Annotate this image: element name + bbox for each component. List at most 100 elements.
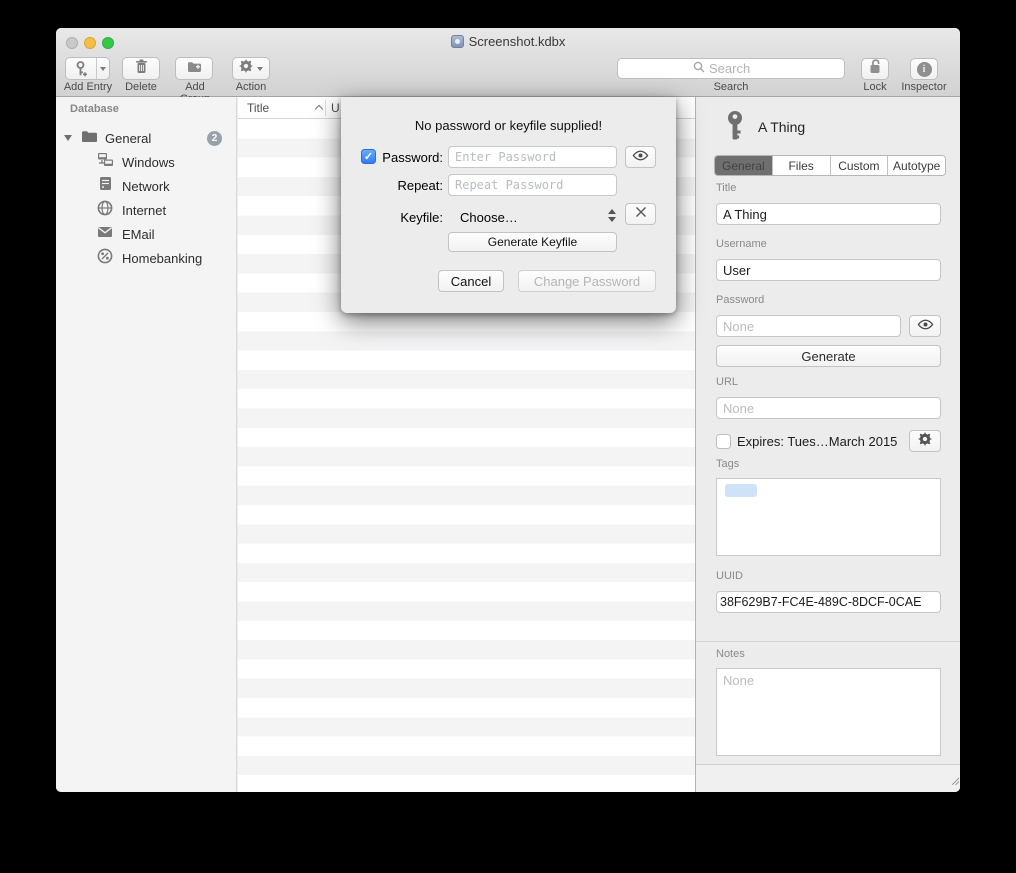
action-button[interactable] <box>232 57 270 80</box>
inspector-bottom-bar <box>696 764 960 792</box>
reveal-password-button[interactable] <box>909 315 941 337</box>
lock-label: Lock <box>851 81 899 93</box>
search-field[interactable] <box>617 58 845 79</box>
inspector-tabs: General Files Custom Autotype <box>714 155 946 176</box>
key-icon <box>725 110 746 146</box>
chevron-down-icon <box>100 67 106 71</box>
reveal-dialog-password-button[interactable] <box>625 146 656 168</box>
search-label: Search <box>617 81 845 93</box>
folder-plus-icon <box>187 60 202 78</box>
add-group-button[interactable] <box>175 57 213 80</box>
cancel-label: Cancel <box>451 274 491 289</box>
chevron-up-icon <box>608 209 616 214</box>
notes-field[interactable] <box>716 668 941 756</box>
sidebar-item-general[interactable]: General 2 <box>56 127 237 149</box>
sidebar-item-homebanking[interactable]: Homebanking <box>56 247 237 269</box>
uuid-field[interactable] <box>716 591 941 613</box>
generate-button-label: Generate <box>801 349 855 364</box>
cancel-button[interactable]: Cancel <box>438 270 504 292</box>
username-field-label: Username <box>716 238 767 250</box>
chevron-down-icon <box>257 67 263 71</box>
title-field[interactable] <box>716 203 941 225</box>
globe-icon <box>97 200 113 221</box>
tags-box[interactable] <box>716 478 941 556</box>
envelope-icon <box>97 225 113 243</box>
password-field-label: Password <box>716 294 764 306</box>
search-icon <box>693 60 705 78</box>
disclosure-triangle-icon[interactable] <box>64 135 72 141</box>
add-entry-dropdown[interactable] <box>97 67 109 71</box>
percent-icon <box>97 248 113 269</box>
tab-files[interactable]: Files <box>773 156 831 175</box>
tab-autotype[interactable]: Autotype <box>888 156 945 175</box>
sidebar-item-label: General <box>105 131 151 146</box>
network-computer-icon <box>97 152 114 172</box>
trash-icon <box>135 59 148 79</box>
sidebar-item-internet[interactable]: Internet <box>56 199 237 221</box>
app-window: Screenshot.kdbx Add Entry Delete Add <box>56 28 960 792</box>
sidebar-item-label: Windows <box>122 155 175 170</box>
gear-icon <box>239 59 253 78</box>
lock-button[interactable] <box>861 58 889 80</box>
title-field-label: Title <box>716 182 736 194</box>
generate-keyfile-button[interactable]: Generate Keyfile <box>448 232 617 252</box>
delete-label: Delete <box>120 81 162 93</box>
sidebar-item-windows[interactable]: Windows <box>56 151 237 173</box>
window-title-area: Screenshot.kdbx <box>56 33 960 49</box>
inspector-panel: A Thing General Files Custom Autotype Ti… <box>695 97 960 792</box>
eye-icon <box>917 317 934 335</box>
tab-general[interactable]: General <box>715 156 773 175</box>
eye-icon <box>632 148 649 166</box>
delete-button[interactable] <box>122 57 160 80</box>
tags-label: Tags <box>716 458 739 470</box>
change-password-label: Change Password <box>534 274 640 289</box>
keyfile-label: Keyfile: <box>377 210 443 225</box>
search-input[interactable] <box>709 61 769 76</box>
group-count-badge: 2 <box>207 131 222 146</box>
expires-checkbox[interactable] <box>716 434 731 449</box>
server-icon <box>99 176 112 196</box>
sidebar: Database General 2 Windows Network <box>56 97 237 792</box>
sidebar-item-email[interactable]: EMail <box>56 223 237 245</box>
x-icon <box>635 205 647 223</box>
checkmark-icon: ✓ <box>364 150 373 163</box>
tag-pill[interactable] <box>725 484 757 497</box>
window-title: Screenshot.kdbx <box>469 34 566 49</box>
key-plus-icon <box>66 61 96 77</box>
add-entry-button[interactable] <box>65 57 110 80</box>
expires-settings-button[interactable] <box>909 430 941 452</box>
entry-title: A Thing <box>758 119 805 135</box>
generate-keyfile-label: Generate Keyfile <box>488 235 577 249</box>
keyfile-popup[interactable]: Choose… <box>460 210 518 225</box>
column-header-title[interactable]: Title <box>247 101 269 115</box>
change-password-sheet: No password or keyfile supplied! ✓ Passw… <box>341 97 676 313</box>
add-entry-label: Add Entry <box>62 81 114 93</box>
password-field[interactable] <box>716 315 901 337</box>
info-icon: i <box>917 62 932 77</box>
folder-icon <box>81 129 98 148</box>
clear-keyfile-button[interactable] <box>625 203 656 225</box>
sort-ascending-icon <box>315 105 323 113</box>
sidebar-item-label: EMail <box>122 227 155 242</box>
username-field[interactable] <box>716 259 941 281</box>
tab-custom[interactable]: Custom <box>831 156 889 175</box>
sidebar-item-label: Network <box>122 179 170 194</box>
column-header-username[interactable]: U <box>331 101 340 115</box>
notes-label: Notes <box>716 648 745 660</box>
column-divider[interactable] <box>325 100 326 116</box>
generate-password-button[interactable]: Generate <box>716 345 941 367</box>
inspector-button[interactable]: i <box>910 58 938 80</box>
sidebar-item-label: Homebanking <box>122 251 202 266</box>
sheet-message: No password or keyfile supplied! <box>341 118 676 133</box>
popup-stepper-icon[interactable] <box>608 209 616 222</box>
url-field[interactable] <box>716 397 941 419</box>
resize-grip[interactable] <box>950 772 959 790</box>
url-field-label: URL <box>716 376 738 388</box>
repeat-password-input[interactable] <box>448 174 617 196</box>
change-password-button[interactable]: Change Password <box>518 270 656 292</box>
sidebar-item-network[interactable]: Network <box>56 175 237 197</box>
uuid-label: UUID <box>716 570 743 582</box>
chevron-down-icon <box>608 217 616 222</box>
password-checkbox[interactable]: ✓ <box>361 149 376 164</box>
enter-password-input[interactable] <box>448 146 617 168</box>
